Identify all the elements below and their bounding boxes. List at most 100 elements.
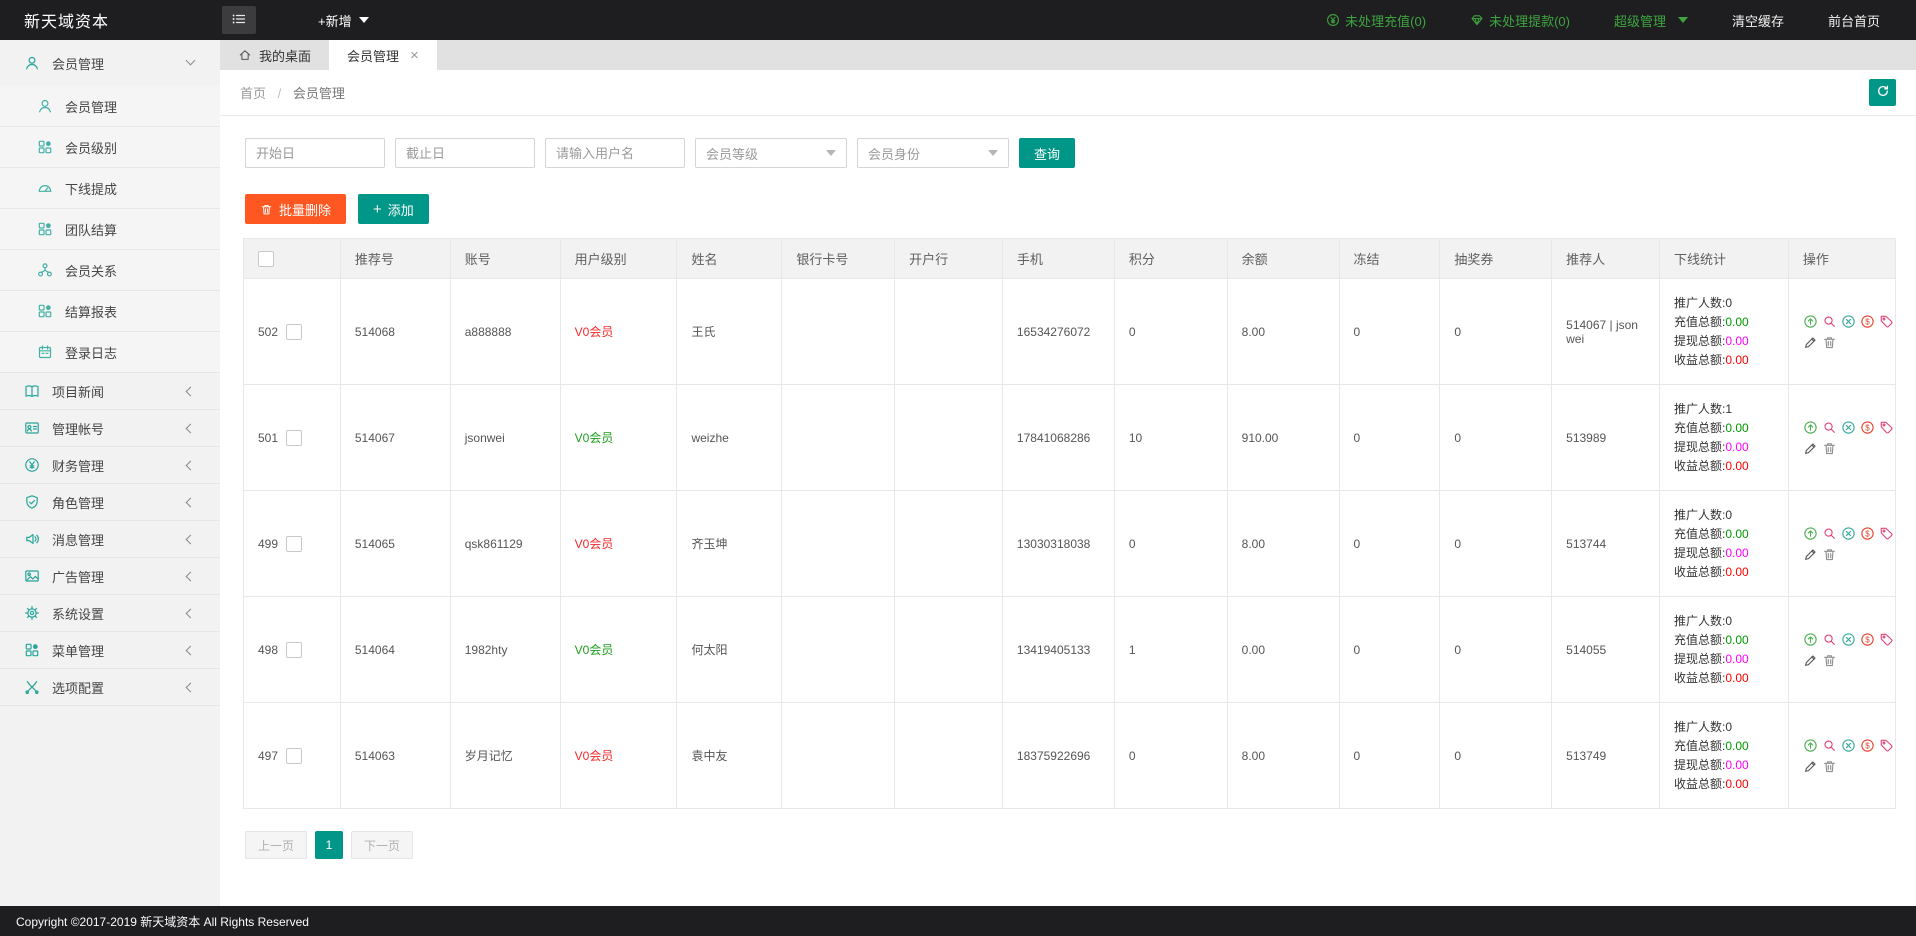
money-icon[interactable]: $	[1860, 526, 1875, 541]
prev-page-button[interactable]: 上一页	[245, 831, 308, 859]
sidebar-item-9[interactable]: 管理帐号	[0, 410, 220, 447]
delete-icon[interactable]	[1822, 335, 1837, 350]
username-input[interactable]	[545, 138, 685, 168]
add-new-dropdown[interactable]: +新增	[318, 11, 369, 30]
member-identity-select[interactable]: 会员身份	[857, 138, 1009, 168]
page-1-button[interactable]: 1	[315, 831, 344, 859]
sidebar-item-label: 会员关系	[65, 263, 118, 279]
chevron-left-icon	[185, 534, 196, 544]
money-icon[interactable]: $	[1860, 420, 1875, 435]
sidebar-item-11[interactable]: 角色管理	[0, 484, 220, 521]
edit-icon[interactable]	[1803, 547, 1818, 562]
tag-icon[interactable]	[1879, 314, 1894, 329]
relation-icon[interactable]	[1841, 738, 1856, 753]
sidebar-item-1[interactable]: 会员管理	[0, 86, 220, 127]
tab-1[interactable]: 会员管理 ×	[329, 40, 437, 70]
sidebar-item-3[interactable]: 下线提成	[0, 168, 220, 209]
member-level-select[interactable]: 会员等级	[695, 138, 847, 168]
phone-cell: 13030318038	[1001, 490, 1115, 597]
tag-icon[interactable]	[1879, 632, 1894, 647]
money-icon[interactable]: $	[1860, 632, 1875, 647]
breadcrumb-home[interactable]: 首页	[240, 86, 266, 101]
row-checkbox[interactable]	[286, 747, 303, 764]
delete-icon[interactable]	[1822, 547, 1837, 562]
next-page-button[interactable]: 下一页	[351, 831, 414, 859]
search-button[interactable]: 查询	[1019, 138, 1076, 168]
row-checkbox[interactable]	[286, 641, 303, 658]
tag-icon[interactable]	[1879, 420, 1894, 435]
view-icon[interactable]	[1822, 632, 1837, 647]
relation-icon[interactable]	[1841, 632, 1856, 647]
sidebar-item-label: 团队结算	[65, 222, 118, 238]
add-button[interactable]: + 添加	[358, 194, 429, 224]
tools-icon	[24, 679, 40, 695]
action-icons-row: $	[1803, 420, 1895, 435]
edit-icon[interactable]	[1803, 653, 1818, 668]
view-icon[interactable]	[1822, 526, 1837, 541]
sidebar-item-4[interactable]: 团队结算	[0, 209, 220, 250]
close-icon[interactable]: ×	[410, 47, 419, 64]
end-date-input[interactable]	[395, 138, 535, 168]
pending-recharge-link[interactable]: 未处理充值(0)	[1326, 11, 1426, 30]
recharge-icon[interactable]	[1803, 632, 1818, 647]
stat-label: 推广人数:	[1674, 719, 1726, 734]
recharge-icon[interactable]	[1803, 314, 1818, 329]
money-icon[interactable]: $	[1860, 314, 1875, 329]
sidebar-item-12[interactable]: 消息管理	[0, 521, 220, 558]
view-icon[interactable]	[1822, 420, 1837, 435]
recharge-icon[interactable]	[1803, 738, 1818, 753]
delete-icon[interactable]	[1822, 759, 1837, 774]
edit-icon[interactable]	[1803, 441, 1818, 456]
sidebar-item-16[interactable]: 选项配置	[0, 669, 220, 706]
sidebar-item-10[interactable]: 财务管理	[0, 447, 220, 484]
sidebar-item-0[interactable]: 会员管理	[0, 40, 220, 86]
refresh-button[interactable]	[1869, 79, 1896, 106]
clear-cache-link[interactable]: 清空缓存	[1732, 11, 1784, 30]
admin-dropdown[interactable]: 超级管理	[1614, 11, 1688, 30]
sidebar-item-label: 财务管理	[52, 458, 105, 474]
sidebar-item-5[interactable]: 会员关系	[0, 250, 220, 291]
stat-line: 收益总额:0.00	[1674, 457, 1787, 476]
stat-line: 推广人数:1	[1674, 400, 1787, 419]
delete-icon[interactable]	[1822, 653, 1837, 668]
recharge-icon[interactable]	[1803, 420, 1818, 435]
sidebar-item-label: 下线提成	[65, 181, 118, 197]
pending-withdraw-link[interactable]: 未处理提款(0)	[1470, 11, 1570, 30]
relation-icon[interactable]	[1841, 526, 1856, 541]
actions-cell: $	[1787, 490, 1897, 597]
view-icon[interactable]	[1822, 314, 1837, 329]
delete-icon[interactable]	[1822, 441, 1837, 456]
tag-icon[interactable]	[1879, 526, 1894, 541]
front-home-link[interactable]: 前台首页	[1828, 11, 1880, 30]
sidebar-toggle-button[interactable]	[222, 6, 256, 34]
sidebar-item-6[interactable]: 结算报表	[0, 291, 220, 332]
money-icon[interactable]: $	[1860, 738, 1875, 753]
start-date-input[interactable]	[245, 138, 385, 168]
select-all-checkbox[interactable]	[258, 250, 274, 267]
row-checkbox[interactable]	[286, 535, 303, 552]
sidebar-item-14[interactable]: 系统设置	[0, 595, 220, 632]
level-cell: V0会员	[559, 384, 678, 491]
sidebar-item-13[interactable]: 广告管理	[0, 558, 220, 595]
sidebar-item-8[interactable]: 项目新闻	[0, 373, 220, 410]
view-icon[interactable]	[1822, 738, 1837, 753]
frozen-cell: 0	[1338, 384, 1441, 491]
tag-icon[interactable]	[1879, 738, 1894, 753]
relation-icon[interactable]	[1841, 314, 1856, 329]
row-checkbox[interactable]	[286, 323, 303, 340]
gear-icon	[24, 605, 40, 621]
batch-delete-button[interactable]: 批量删除	[245, 194, 347, 224]
sidebar-item-15[interactable]: 菜单管理	[0, 632, 220, 669]
edit-icon[interactable]	[1803, 335, 1818, 350]
row-checkbox[interactable]	[286, 429, 303, 446]
chevron-down-icon	[358, 17, 369, 23]
stat-label: 推广人数:	[1674, 507, 1726, 522]
stat-value: 0	[1725, 613, 1733, 628]
sidebar-item-2[interactable]: 会员级别	[0, 127, 220, 168]
tab-0[interactable]: 我的桌面	[220, 40, 329, 70]
recharge-icon[interactable]	[1803, 526, 1818, 541]
sidebar-item-7[interactable]: 登录日志	[0, 332, 220, 373]
relation-icon[interactable]	[1841, 420, 1856, 435]
edit-icon[interactable]	[1803, 759, 1818, 774]
level-cell: V0会员	[559, 702, 678, 809]
